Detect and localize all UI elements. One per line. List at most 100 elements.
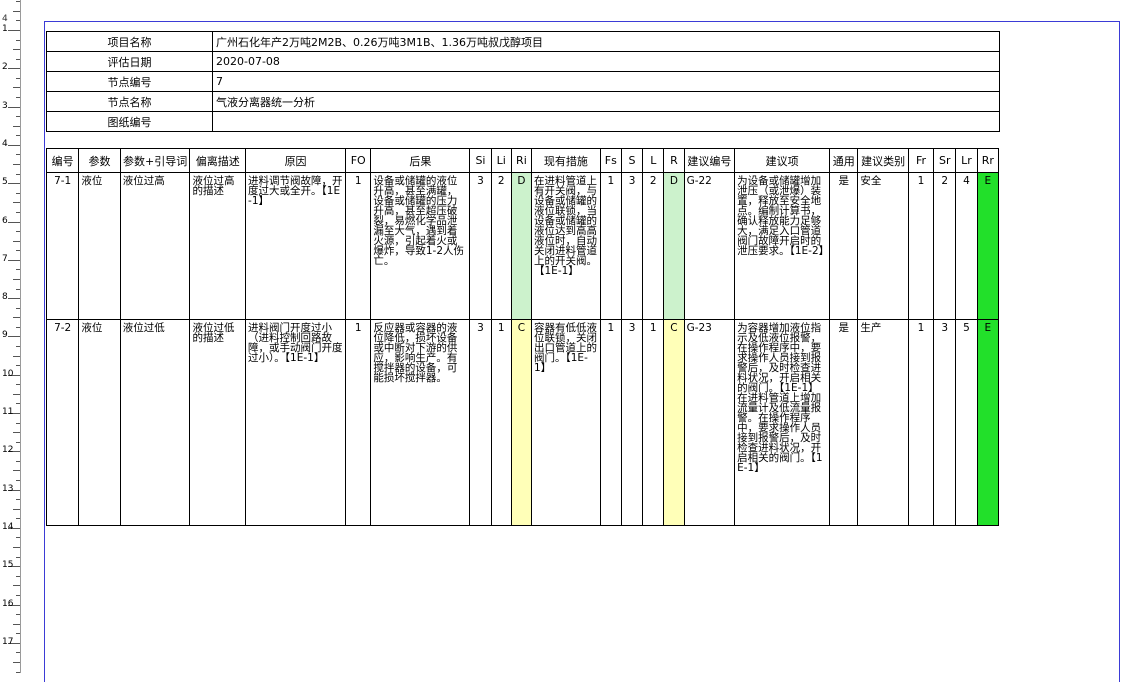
cell-si[interactable]: 3 xyxy=(469,319,492,526)
ruler-number: 1 xyxy=(2,24,8,34)
cell-rec-id[interactable]: G-22 xyxy=(683,172,736,320)
ruler-tick xyxy=(13,87,20,88)
cell-guide[interactable]: 液位过高 xyxy=(119,172,191,320)
cell-r[interactable]: C xyxy=(663,319,685,526)
cell-fr[interactable]: 1 xyxy=(907,172,935,320)
cell-fo[interactable]: 1 xyxy=(345,319,372,526)
cell-param[interactable]: 液位 xyxy=(78,319,121,526)
cell-fs[interactable]: 1 xyxy=(599,319,622,526)
cell-rr[interactable]: E xyxy=(976,319,1000,526)
col-header-deviation[interactable]: 偏离描述 xyxy=(189,148,247,173)
info-value[interactable]: 2020-07-08 xyxy=(212,51,1000,72)
cell-r[interactable]: D xyxy=(663,172,685,320)
cell-fs[interactable]: 1 xyxy=(599,172,622,320)
col-header-ri[interactable]: Ri xyxy=(510,148,533,173)
col-header-measures[interactable]: 现有措施 xyxy=(531,148,601,173)
col-header-fr[interactable]: Fr xyxy=(907,148,935,173)
col-header-general[interactable]: 通用 xyxy=(829,148,859,173)
ruler-tick xyxy=(13,126,20,127)
info-value[interactable] xyxy=(212,111,1000,132)
cell-cause[interactable]: 进料调节阀故障，开度过大或全开。【1E-1】 xyxy=(245,172,347,320)
col-header-fs[interactable]: Fs xyxy=(599,148,622,173)
cell-cause[interactable]: 进料阀门开度过小（进料控制回路故障，或手动阀门开度过小）。【1E-1】 xyxy=(245,319,347,526)
ruler-tick xyxy=(16,384,20,385)
col-header-cause[interactable]: 原因 xyxy=(245,148,347,173)
cell-s[interactable]: 3 xyxy=(620,319,644,526)
cell-ri[interactable]: C xyxy=(510,319,533,526)
cell-param[interactable]: 液位 xyxy=(78,172,121,320)
cell-li[interactable]: 2 xyxy=(490,172,512,320)
ruler-tick xyxy=(8,145,20,146)
ruler-tick xyxy=(16,269,20,270)
cell-guide[interactable]: 液位过低 xyxy=(119,319,191,526)
col-header-id[interactable]: 编号 xyxy=(45,148,80,173)
col-header-consequence[interactable]: 后果 xyxy=(370,148,471,173)
cell-lr[interactable]: 5 xyxy=(955,319,978,526)
col-header-param[interactable]: 参数 xyxy=(78,148,121,173)
col-header-recommendation[interactable]: 建议项 xyxy=(734,148,831,173)
ruler-tick xyxy=(16,633,20,634)
col-header-category[interactable]: 建议类别 xyxy=(857,148,909,173)
ruler-tick xyxy=(13,432,20,433)
cell-li[interactable]: 1 xyxy=(490,319,512,526)
cell-fr[interactable]: 1 xyxy=(907,319,935,526)
cell-general[interactable]: 是 xyxy=(829,319,859,526)
ruler-tick xyxy=(16,289,20,290)
ruler-tick xyxy=(13,49,20,50)
cell-deviation[interactable]: 液位过低的描述 xyxy=(189,319,247,526)
cell-lr[interactable]: 4 xyxy=(955,172,978,320)
ruler-tick xyxy=(8,336,20,337)
ruler-tick xyxy=(16,442,20,443)
col-header-lr[interactable]: Lr xyxy=(955,148,978,173)
col-header-guide[interactable]: 参数+引导词 xyxy=(119,148,191,173)
table-row: 7-2 液位 液位过低 液位过低的描述 进料阀门开度过小（进料控制回路故障，或手… xyxy=(45,319,1000,526)
ruler-tick xyxy=(16,97,20,98)
cell-l[interactable]: 2 xyxy=(642,172,665,320)
cell-l[interactable]: 1 xyxy=(642,319,665,526)
col-header-rec-id[interactable]: 建议编号 xyxy=(683,148,736,173)
cell-measures[interactable]: 在进料管道上有开关阀，与设备或储罐的液位联锁，当设备或储罐的液位达到高高液位时，… xyxy=(531,172,601,320)
col-header-fo[interactable]: FO xyxy=(345,148,372,173)
cell-general[interactable]: 是 xyxy=(829,172,859,320)
col-header-r[interactable]: R xyxy=(663,148,685,173)
cell-fo[interactable]: 1 xyxy=(345,172,372,320)
ruler-tick xyxy=(16,652,20,653)
info-label: 节点名称 xyxy=(46,91,213,112)
ruler-tick xyxy=(13,509,20,510)
ruler-tick xyxy=(16,576,20,577)
cell-recommendation[interactable]: 为容器增加液位指示及低液位报警，在操作程序中，要求操作人员接到报警后，及时检查进… xyxy=(734,319,831,526)
cell-deviation[interactable]: 液位过高的描述 xyxy=(189,172,247,320)
info-value[interactable]: 7 xyxy=(212,71,1000,92)
hazop-analysis-table: 编号 参数 参数+引导词 偏离描述 原因 FO 后果 Si Li Ri 现有措施… xyxy=(45,148,1000,526)
cell-sr[interactable]: 2 xyxy=(933,172,957,320)
col-header-l[interactable]: L xyxy=(642,148,665,173)
cell-ri[interactable]: D xyxy=(510,172,533,320)
ruler-tick xyxy=(16,480,20,481)
ruler-tick xyxy=(8,68,20,69)
info-row-eval-date: 评估日期 2020-07-08 xyxy=(46,51,1000,72)
cell-category[interactable]: 生产 xyxy=(857,319,909,526)
table-header-row: 编号 参数 参数+引导词 偏离描述 原因 FO 后果 Si Li Ri 现有措施… xyxy=(45,148,1000,173)
info-value[interactable]: 气液分离器统一分析 xyxy=(212,91,1000,112)
col-header-sr[interactable]: Sr xyxy=(933,148,957,173)
col-header-si[interactable]: Si xyxy=(469,148,492,173)
col-header-rr[interactable]: Rr xyxy=(976,148,1000,173)
cell-id[interactable]: 7-1 xyxy=(45,172,80,320)
cell-rr[interactable]: E xyxy=(976,172,1000,320)
ruler-tick xyxy=(16,212,20,213)
col-header-li[interactable]: Li xyxy=(490,148,512,173)
cell-consequence[interactable]: 反应器或容器的液位降低，损坏设备或中断对下游的供应，影响生产。有搅拌器的设备，可… xyxy=(370,319,471,526)
cell-recommendation[interactable]: 为设备或储罐增加泄压（或泄爆）装置，释放至安全地点。编制计算书，确认释放能力足够… xyxy=(734,172,831,320)
cell-s[interactable]: 3 xyxy=(620,172,644,320)
cell-consequence[interactable]: 设备或储罐的液位升高，甚至满罐，设备或储罐的压力升高，甚至超压破裂，易燃化学品泄… xyxy=(370,172,471,320)
cell-id[interactable]: 7-2 xyxy=(45,319,80,526)
ruler-tick xyxy=(13,356,20,357)
col-header-s[interactable]: S xyxy=(620,148,644,173)
ruler-tick xyxy=(16,59,20,60)
cell-sr[interactable]: 3 xyxy=(933,319,957,526)
cell-si[interactable]: 3 xyxy=(469,172,492,320)
cell-measures[interactable]: 容器有低低液位联锁，关闭出口管道上的阀门。【1E-1】 xyxy=(531,319,601,526)
cell-rec-id[interactable]: G-23 xyxy=(683,319,736,526)
cell-category[interactable]: 安全 xyxy=(857,172,909,320)
info-value[interactable]: 广州石化年产2万吨2M2B、0.26万吨3M1B、1.36万吨叔戊醇项目 xyxy=(212,31,1000,52)
